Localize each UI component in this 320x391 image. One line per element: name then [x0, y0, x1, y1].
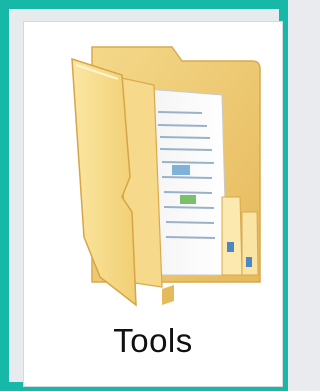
- selection-frame: Tools: [0, 0, 288, 391]
- folder-icon: [71, 46, 261, 307]
- folder-item-tools[interactable]: Tools: [23, 21, 283, 387]
- folder-name-label: Tools: [113, 322, 193, 359]
